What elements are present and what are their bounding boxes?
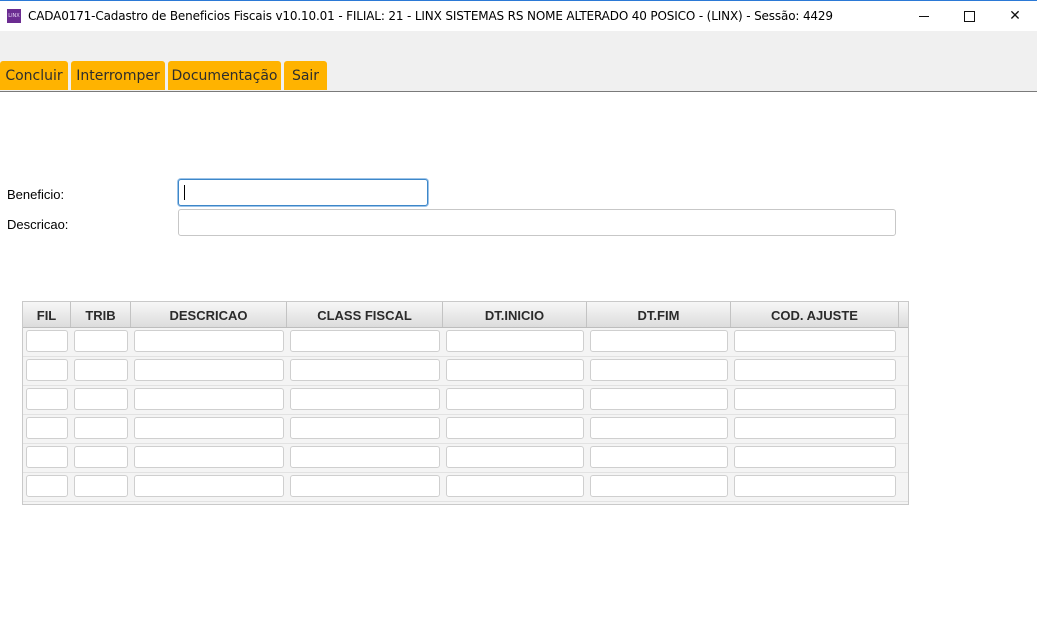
cell-dt-inicio[interactable] (446, 446, 584, 468)
concluir-button[interactable]: Concluir (0, 61, 68, 90)
cell-dt-inicio[interactable] (446, 330, 584, 352)
cell-descricao[interactable] (134, 330, 284, 352)
cell-dt-inicio[interactable] (446, 359, 584, 381)
table-row (23, 414, 908, 444)
title-bar: LINX CADA0171-Cadastro de Beneficios Fis… (0, 0, 1037, 31)
cell-descricao[interactable] (134, 359, 284, 381)
beneficios-grid: FIL TRIB DESCRICAO CLASS FISCAL DT.INICI… (22, 301, 909, 505)
close-icon: ✕ (1009, 8, 1021, 24)
beneficio-label: Beneficio: (7, 187, 65, 202)
cell-dt-fim[interactable] (590, 475, 728, 497)
cell-class-fiscal[interactable] (290, 417, 440, 439)
column-header-cod-ajuste[interactable]: COD. AJUSTE (731, 302, 899, 327)
cell-descricao[interactable] (134, 388, 284, 410)
column-header-descricao[interactable]: DESCRICAO (131, 302, 287, 327)
documentacao-button[interactable]: Documentação (168, 61, 281, 90)
column-header-fil[interactable]: FIL (23, 302, 71, 327)
table-row (23, 327, 908, 357)
cell-dt-fim[interactable] (590, 330, 728, 352)
descricao-label: Descricao: (7, 217, 69, 232)
sair-button[interactable]: Sair (284, 61, 327, 90)
cell-class-fiscal[interactable] (290, 446, 440, 468)
table-row (23, 472, 908, 502)
interromper-button[interactable]: Interromper (71, 61, 165, 90)
cell-cod-ajuste[interactable] (734, 388, 896, 410)
cell-class-fiscal[interactable] (290, 388, 440, 410)
cell-dt-fim[interactable] (590, 359, 728, 381)
text-caret (184, 185, 185, 200)
cell-trib[interactable] (74, 475, 128, 497)
cell-trib[interactable] (74, 359, 128, 381)
cell-trib[interactable] (74, 388, 128, 410)
cell-descricao[interactable] (134, 446, 284, 468)
column-header-dt-inicio[interactable]: DT.INICIO (443, 302, 587, 327)
column-header-dt-fim[interactable]: DT.FIM (587, 302, 731, 327)
cell-fil[interactable] (26, 446, 68, 468)
cell-class-fiscal[interactable] (290, 475, 440, 497)
cell-class-fiscal[interactable] (290, 330, 440, 352)
maximize-button[interactable] (946, 1, 992, 31)
cell-dt-inicio[interactable] (446, 417, 584, 439)
cell-cod-ajuste[interactable] (734, 359, 896, 381)
cell-dt-inicio[interactable] (446, 388, 584, 410)
cell-class-fiscal[interactable] (290, 359, 440, 381)
maximize-icon (963, 10, 975, 22)
close-button[interactable]: ✕ (992, 1, 1037, 31)
column-header-class-fiscal[interactable]: CLASS FISCAL (287, 302, 443, 327)
cell-descricao[interactable] (134, 417, 284, 439)
cell-fil[interactable] (26, 388, 68, 410)
cell-dt-fim[interactable] (590, 417, 728, 439)
cell-trib[interactable] (74, 330, 128, 352)
toolbar: Concluir Interromper Documentação Sair (0, 31, 1037, 92)
cell-cod-ajuste[interactable] (734, 330, 896, 352)
table-row (23, 356, 908, 386)
app-icon: LINX (7, 9, 21, 23)
cell-descricao[interactable] (134, 475, 284, 497)
cell-cod-ajuste[interactable] (734, 417, 896, 439)
descricao-input[interactable] (178, 209, 896, 236)
cell-fil[interactable] (26, 330, 68, 352)
cell-cod-ajuste[interactable] (734, 446, 896, 468)
cell-fil[interactable] (26, 359, 68, 381)
table-row (23, 443, 908, 473)
minimize-button[interactable] (901, 1, 947, 31)
window-title: CADA0171-Cadastro de Beneficios Fiscais … (28, 9, 833, 23)
cell-fil[interactable] (26, 475, 68, 497)
cell-dt-fim[interactable] (590, 446, 728, 468)
grid-header: FIL TRIB DESCRICAO CLASS FISCAL DT.INICI… (23, 302, 908, 328)
table-row (23, 385, 908, 415)
cell-fil[interactable] (26, 417, 68, 439)
minimize-icon (919, 15, 929, 17)
cell-dt-inicio[interactable] (446, 475, 584, 497)
cell-cod-ajuste[interactable] (734, 475, 896, 497)
beneficio-input[interactable] (178, 179, 428, 206)
cell-dt-fim[interactable] (590, 388, 728, 410)
cell-trib[interactable] (74, 417, 128, 439)
cell-trib[interactable] (74, 446, 128, 468)
column-header-trib[interactable]: TRIB (71, 302, 131, 327)
